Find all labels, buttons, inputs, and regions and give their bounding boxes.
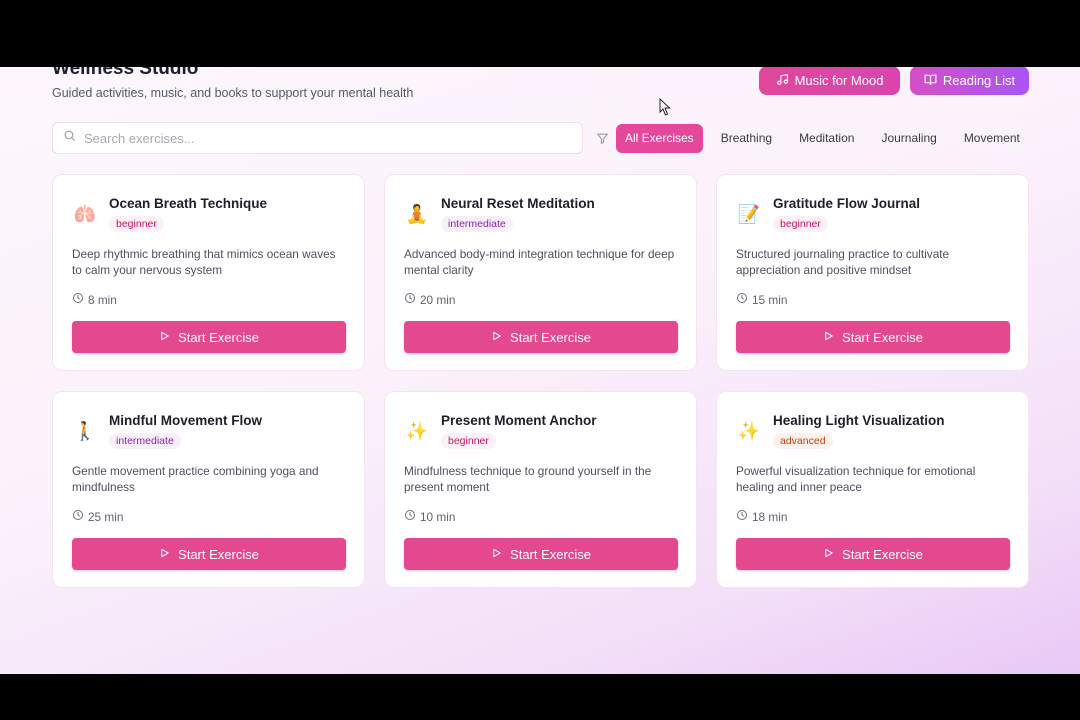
exercise-card: ✨ Healing Light Visualization advanced P… xyxy=(716,391,1029,588)
music-note-icon xyxy=(776,73,789,89)
exercise-card: 🫁 Ocean Breath Technique beginner Deep r… xyxy=(52,174,365,371)
exercise-card: ✨ Present Moment Anchor beginner Mindful… xyxy=(384,391,697,588)
meditation-icon: 🧘 xyxy=(405,203,429,224)
page-title: Wellness Studio xyxy=(52,67,199,79)
clock-icon xyxy=(404,509,416,524)
book-open-icon xyxy=(924,73,937,89)
reading-list-button[interactable]: Reading List xyxy=(910,67,1029,95)
exercise-description: Advanced body-mind integration technique… xyxy=(404,247,675,277)
exercise-card: 🚶 Mindful Movement Flow intermediate Gen… xyxy=(52,391,365,588)
start-exercise-label: Start Exercise xyxy=(842,329,923,345)
filter-chip-movement[interactable]: Movement xyxy=(954,123,1029,153)
start-exercise-label: Start Exercise xyxy=(178,546,259,562)
clock-icon xyxy=(72,292,84,307)
play-icon xyxy=(159,547,170,562)
exercise-description: Structured journaling practice to cultiv… xyxy=(736,247,950,277)
level-badge: beginner xyxy=(773,216,828,232)
exercise-title: Neural Reset Meditation xyxy=(441,196,595,211)
exercise-duration: 15 min xyxy=(736,292,1009,307)
music-for-mood-label: Music for Mood xyxy=(794,73,884,88)
start-exercise-label: Start Exercise xyxy=(178,329,259,345)
lungs-icon: 🫁 xyxy=(73,203,97,224)
level-badge: intermediate xyxy=(109,433,181,449)
duration-label: 20 min xyxy=(420,292,456,307)
play-icon xyxy=(491,330,502,345)
exercise-card: 📝 Gratitude Flow Journal beginner Struct… xyxy=(716,174,1029,371)
duration-label: 10 min xyxy=(420,509,456,524)
exercise-description: Gentle movement practice combining yoga … xyxy=(72,464,319,494)
clock-icon xyxy=(72,509,84,524)
level-badge: intermediate xyxy=(441,216,513,232)
exercise-duration: 25 min xyxy=(72,509,345,524)
exercise-description: Mindfulness technique to ground yourself… xyxy=(404,464,652,494)
play-icon xyxy=(159,330,170,345)
duration-label: 18 min xyxy=(752,509,788,524)
sparkles-icon: ✨ xyxy=(737,420,761,441)
filter-chip-all-exercises[interactable]: All Exercises xyxy=(616,123,703,153)
start-exercise-label: Start Exercise xyxy=(510,546,591,562)
search-icon xyxy=(63,129,76,147)
level-badge: beginner xyxy=(441,433,496,449)
search-input[interactable] xyxy=(84,130,564,146)
exercise-card: 🧘 Neural Reset Meditation intermediate A… xyxy=(384,174,697,371)
duration-label: 25 min xyxy=(88,509,124,524)
exercise-duration: 18 min xyxy=(736,509,1009,524)
level-badge: advanced xyxy=(773,433,833,449)
exercise-duration: 20 min xyxy=(404,292,677,307)
exercise-title: Gratitude Flow Journal xyxy=(773,196,921,211)
filter-chip-breathing[interactable]: Breathing xyxy=(711,123,782,153)
exercise-duration: 8 min xyxy=(72,292,345,307)
app-viewport: Wellness Studio Guided activities, music… xyxy=(0,67,1080,674)
notepad-icon: 📝 xyxy=(737,203,761,224)
filter-chip-meditation[interactable]: Meditation xyxy=(790,123,864,153)
start-exercise-button[interactable]: Start Exercise xyxy=(404,538,678,570)
reading-list-label: Reading List xyxy=(942,73,1016,88)
exercise-duration: 10 min xyxy=(404,509,677,524)
filter-chips: All Exercises Breathing Meditation Journ… xyxy=(616,123,1029,153)
filter-chip-journaling[interactable]: Journaling xyxy=(872,123,946,153)
music-for-mood-button[interactable]: Music for Mood xyxy=(759,67,900,95)
start-exercise-label: Start Exercise xyxy=(510,329,591,345)
walking-person-icon: 🚶 xyxy=(73,420,97,441)
exercise-description: Powerful visualization technique for emo… xyxy=(736,464,976,494)
sparkles-icon: ✨ xyxy=(405,420,429,441)
page-header: Wellness Studio Guided activities, music… xyxy=(52,67,413,100)
play-icon xyxy=(491,547,502,562)
letterbox-bottom xyxy=(0,674,1080,720)
filter-icon xyxy=(596,131,610,145)
exercise-title: Healing Light Visualization xyxy=(773,413,945,428)
exercise-grid: 🫁 Ocean Breath Technique beginner Deep r… xyxy=(52,174,1029,588)
start-exercise-button[interactable]: Start Exercise xyxy=(404,321,678,353)
start-exercise-button[interactable]: Start Exercise xyxy=(72,538,346,570)
search-box xyxy=(52,122,583,154)
play-icon xyxy=(823,330,834,345)
mouse-cursor-icon xyxy=(659,98,671,116)
duration-label: 15 min xyxy=(752,292,788,307)
search-filter-row: All Exercises Breathing Meditation Journ… xyxy=(52,122,1029,154)
level-badge: beginner xyxy=(109,216,164,232)
play-icon xyxy=(823,547,834,562)
exercise-description: Deep rhythmic breathing that mimics ocea… xyxy=(72,247,336,277)
clock-icon xyxy=(736,509,748,524)
start-exercise-label: Start Exercise xyxy=(842,546,923,562)
page-subtitle: Guided activities, music, and books to s… xyxy=(52,86,414,100)
start-exercise-button[interactable]: Start Exercise xyxy=(736,538,1010,570)
start-exercise-button[interactable]: Start Exercise xyxy=(72,321,346,353)
top-actions: Music for Mood Reading List xyxy=(759,67,1029,95)
duration-label: 8 min xyxy=(88,292,117,307)
start-exercise-button[interactable]: Start Exercise xyxy=(736,321,1010,353)
exercise-title: Ocean Breath Technique xyxy=(109,196,268,211)
exercise-title: Mindful Movement Flow xyxy=(109,413,262,428)
clock-icon xyxy=(736,292,748,307)
letterbox-top xyxy=(0,0,1080,67)
clock-icon xyxy=(404,292,416,307)
exercise-title: Present Moment Anchor xyxy=(441,413,597,428)
